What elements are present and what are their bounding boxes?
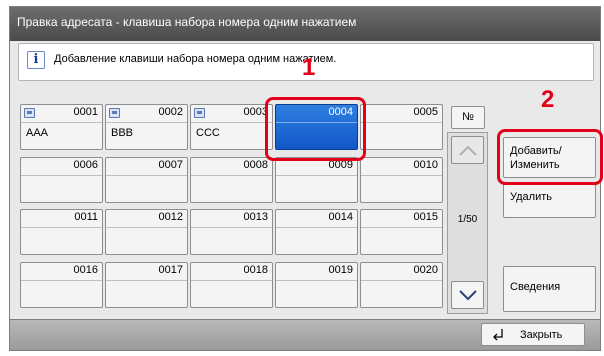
key-divider [361, 280, 442, 281]
one-touch-key-0002[interactable]: 0002 BBB [105, 104, 188, 150]
address-book-icon [109, 108, 120, 118]
address-book-icon [24, 108, 35, 118]
delete-label: Удалить [510, 191, 552, 203]
one-touch-key-0017[interactable]: 0017 [105, 262, 188, 308]
key-divider [21, 175, 102, 176]
one-touch-key-0009[interactable]: 0009 [275, 157, 358, 203]
key-number: 0013 [243, 211, 268, 223]
chevron-up-icon [459, 145, 477, 156]
key-name: CCC [196, 127, 220, 139]
one-touch-key-0019[interactable]: 0019 [275, 262, 358, 308]
step-1-badge: 1 [302, 54, 316, 81]
number-sort-button[interactable]: № [451, 106, 485, 129]
one-touch-key-0012[interactable]: 0012 [105, 209, 188, 255]
key-name: AAA [26, 127, 49, 139]
window-title: Правка адресата - клавиша набора номера … [10, 7, 600, 41]
key-number: 0006 [73, 159, 98, 171]
highlight-add-edit-button [497, 129, 603, 185]
highlight-key-0004 [265, 97, 366, 161]
one-touch-key-0011[interactable]: 0011 [20, 209, 103, 255]
bottom-bar: Закрыть [10, 319, 600, 350]
step-2-badge: 2 [541, 86, 555, 113]
key-divider [191, 280, 272, 281]
scroll-column: 1/50 [447, 132, 488, 314]
key-number: 0011 [74, 211, 98, 223]
key-divider [276, 227, 357, 228]
key-divider [361, 227, 442, 228]
key-divider [21, 280, 102, 281]
one-touch-key-0014[interactable]: 0014 [275, 209, 358, 255]
one-touch-key-0018[interactable]: 0018 [190, 262, 273, 308]
key-name: BBB [111, 127, 134, 139]
key-divider [106, 122, 187, 123]
chevron-down-icon [459, 290, 477, 301]
one-touch-key-0015[interactable]: 0015 [360, 209, 443, 255]
key-divider [276, 175, 357, 176]
page-indicator: 1/50 [457, 214, 478, 225]
scroll-down-button[interactable] [451, 281, 484, 309]
key-divider [191, 227, 272, 228]
one-touch-key-0006[interactable]: 0006 [20, 157, 103, 203]
key-number: 0020 [413, 264, 438, 276]
address-book-icon [194, 108, 205, 118]
key-divider [21, 227, 102, 228]
key-divider [191, 175, 272, 176]
key-number: 0014 [328, 211, 353, 223]
one-touch-key-0008[interactable]: 0008 [190, 157, 273, 203]
key-number: 0007 [158, 159, 183, 171]
key-number: 0018 [243, 264, 268, 276]
one-touch-key-0003[interactable]: 0003 CCC [190, 104, 273, 150]
number-sort-label: № [462, 111, 474, 123]
details-button[interactable]: Сведения [503, 266, 596, 312]
key-divider [276, 280, 357, 281]
scroll-up-button[interactable] [451, 136, 484, 164]
key-divider [21, 122, 102, 123]
return-arrow-icon [493, 329, 503, 341]
key-number: 0005 [413, 106, 438, 118]
info-icon: i [27, 51, 45, 69]
one-touch-key-0013[interactable]: 0013 [190, 209, 273, 255]
key-number: 0008 [243, 159, 268, 171]
key-number: 0016 [73, 264, 98, 276]
one-touch-key-0005[interactable]: 0005 [360, 104, 443, 150]
key-number: 0010 [413, 159, 438, 171]
one-touch-key-0016[interactable]: 0016 [20, 262, 103, 308]
key-number: 0012 [158, 211, 183, 223]
key-number: 0002 [158, 106, 183, 118]
key-number: 0001 [73, 106, 98, 118]
key-divider [361, 122, 442, 123]
key-divider [191, 122, 272, 123]
key-number: 0019 [328, 264, 353, 276]
delete-button[interactable]: Удалить [503, 184, 596, 218]
key-divider [106, 175, 187, 176]
key-number: 0015 [413, 211, 438, 223]
one-touch-key-0007[interactable]: 0007 [105, 157, 188, 203]
key-number: 0017 [158, 264, 183, 276]
key-divider [106, 227, 187, 228]
close-label: Закрыть [520, 329, 563, 341]
one-touch-key-0001[interactable]: 0001 AAA [20, 104, 103, 150]
key-divider [106, 280, 187, 281]
details-label: Сведения [510, 281, 561, 293]
info-text: Добавление клавиши набора номера одним н… [54, 53, 337, 65]
close-button[interactable]: Закрыть [481, 323, 585, 346]
one-touch-key-0010[interactable]: 0010 [360, 157, 443, 203]
one-touch-key-0020[interactable]: 0020 [360, 262, 443, 308]
key-divider [361, 175, 442, 176]
